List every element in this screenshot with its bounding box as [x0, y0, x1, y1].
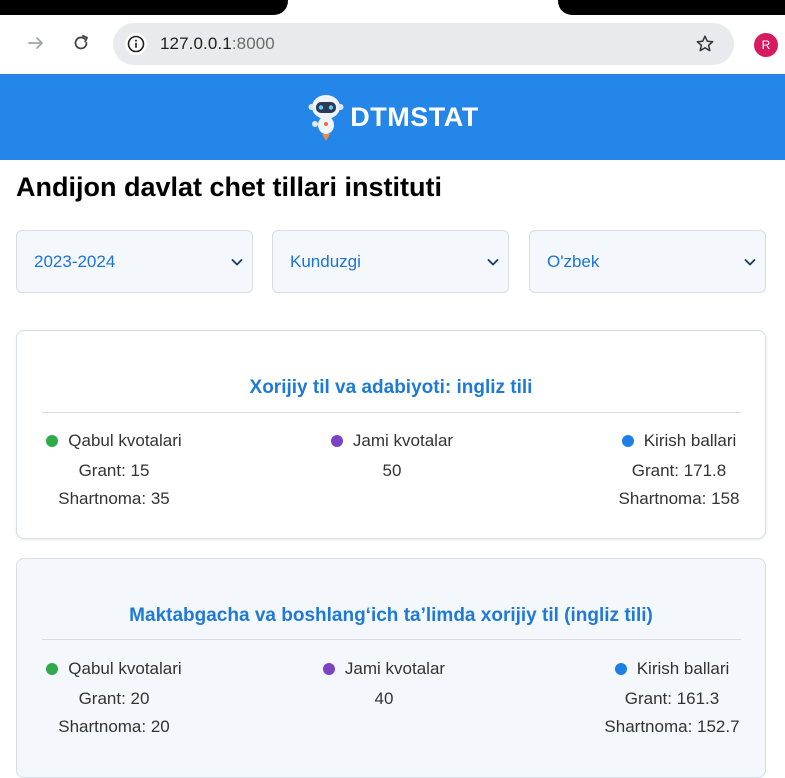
site-header: DTMSTAT: [0, 74, 785, 160]
reload-icon: [74, 34, 88, 50]
program-title[interactable]: Maktabgacha va boshlang‘ich ta’limda xor…: [17, 605, 765, 627]
forward-button[interactable]: [24, 31, 48, 55]
quota-label: Qabul kvotalari: [68, 659, 182, 678]
star-icon[interactable]: [694, 33, 716, 55]
chevron-down-icon: [231, 259, 243, 266]
url-host: 127.0.0.1: [160, 34, 232, 53]
score-contract: Shartnoma: 158: [618, 489, 740, 508]
quota-contract: Shartnoma: 35: [58, 489, 170, 508]
quota-grant: Grant: 15: [78, 461, 150, 480]
purple-dot-icon: [330, 435, 343, 447]
page-title: Andijon davlat chet tillari instituti: [16, 172, 443, 202]
study-form-select-value: Kunduzgi: [290, 252, 361, 271]
quota-label: Qabul kvotalari: [68, 431, 182, 450]
score-grant: Grant: 171.8: [631, 461, 727, 480]
entrance-scores: Kirish ballari Grant: 171.8 Shartnoma: 1…: [611, 430, 747, 513]
program-title[interactable]: Xorijiy til va adabiyoti: ingliz tili: [17, 377, 765, 399]
total-value: 40: [374, 689, 394, 708]
green-dot-icon: [46, 435, 59, 447]
year-select[interactable]: 2023-2024: [16, 230, 253, 293]
chevron-down-icon: [487, 259, 499, 266]
total-quotas: Jami kvotalar 50: [317, 430, 467, 485]
logo-text: DTMSTAT: [350, 101, 479, 132]
tab-strip: [0, 0, 785, 15]
score-grant: Grant: 161.3: [624, 689, 720, 708]
year-select-value: 2023-2024: [34, 252, 116, 271]
entrance-scores: Kirish ballari Grant: 161.3 Shartnoma: 1…: [597, 658, 747, 741]
url-port: :8000: [231, 34, 275, 53]
quota-grant: Grant: 20: [78, 689, 150, 708]
language-select-value: O'zbek: [547, 252, 600, 271]
browser-tab[interactable]: [558, 0, 785, 15]
admission-quotas: Qabul kvotalari Grant: 15 Shartnoma: 35: [39, 430, 189, 513]
chevron-down-icon: [744, 259, 756, 266]
total-value: 50: [382, 461, 402, 480]
site-logo[interactable]: DTMSTAT: [306, 91, 478, 143]
purple-dot-icon: [322, 663, 335, 675]
address-bar[interactable]: 127.0.0.1:8000: [113, 23, 734, 65]
total-quotas: Jami kvotalar 40: [309, 658, 459, 713]
reload-button[interactable]: [69, 31, 93, 55]
program-card[interactable]: Xorijiy til va adabiyoti: ingliz tili Qa…: [16, 330, 766, 539]
browser-toolbar: 127.0.0.1:8000 R: [0, 15, 785, 74]
arrow-right-icon: [28, 37, 43, 49]
blue-dot-icon: [614, 663, 627, 675]
total-label: Jami kvotalar: [344, 659, 446, 678]
green-dot-icon: [46, 663, 59, 675]
score-label: Kirish ballari: [643, 431, 737, 450]
divider: [42, 639, 741, 640]
study-form-select[interactable]: Kunduzgi: [272, 230, 509, 293]
program-card[interactable]: Maktabgacha va boshlang‘ich ta’limda xor…: [16, 558, 766, 778]
score-label: Kirish ballari: [636, 659, 730, 678]
total-label: Jami kvotalar: [352, 431, 454, 450]
robot-logo-icon: [308, 95, 344, 141]
url-text[interactable]: 127.0.0.1:8000: [160, 34, 275, 54]
avatar[interactable]: R: [754, 33, 778, 57]
score-contract: Shartnoma: 152.7: [604, 717, 740, 736]
browser-tab[interactable]: [0, 0, 288, 15]
blue-dot-icon: [621, 435, 634, 447]
divider: [42, 412, 741, 413]
language-select[interactable]: O'zbek: [529, 230, 766, 293]
admission-quotas: Qabul kvotalari Grant: 20 Shartnoma: 20: [39, 658, 189, 741]
info-icon[interactable]: [125, 33, 147, 55]
quota-contract: Shartnoma: 20: [58, 717, 170, 736]
